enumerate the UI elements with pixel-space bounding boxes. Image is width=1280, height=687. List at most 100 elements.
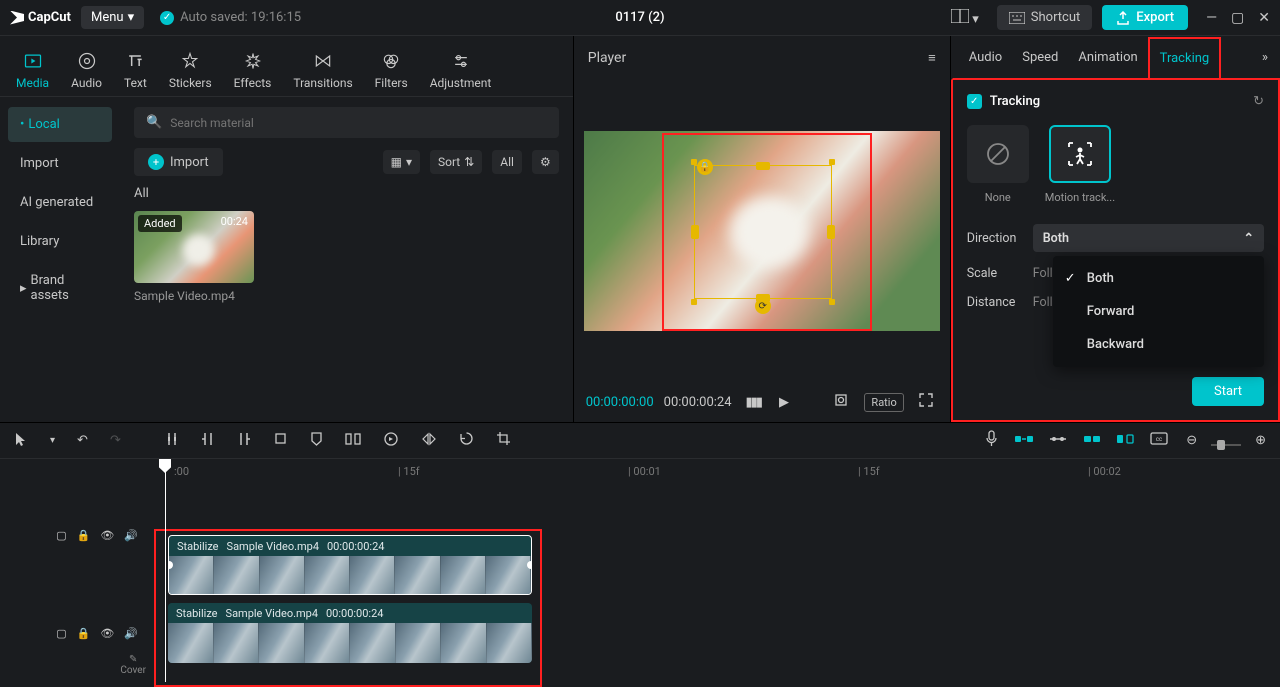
tracking-box[interactable]: 🔒 ⟳ <box>694 165 832 299</box>
rp-tab-audio[interactable]: Audio <box>959 38 1012 77</box>
tracking-checkbox[interactable]: ✓ Tracking <box>967 94 1040 109</box>
crop-tool-icon[interactable] <box>269 427 292 454</box>
mode-motion-track[interactable]: Motion track... <box>1045 125 1115 204</box>
split-icon[interactable] <box>161 427 183 455</box>
clip-1[interactable]: Stabilize Sample Video.mp4 00:00:00:24 <box>168 535 532 595</box>
layout-icon[interactable]: ▾ <box>943 5 987 31</box>
filter-all[interactable]: All <box>492 150 522 174</box>
menu-button[interactable]: Menu ▾ <box>81 6 144 29</box>
crop2-icon[interactable] <box>492 427 515 454</box>
mode-none[interactable]: None <box>967 125 1029 204</box>
zoom-out-icon[interactable]: ⊖ <box>1182 429 1201 452</box>
sort-button[interactable]: Sort ⇅ <box>430 150 482 174</box>
rp-tab-animation[interactable]: Animation <box>1068 38 1147 77</box>
snap-toggle[interactable] <box>1080 430 1104 452</box>
link-toggle[interactable] <box>1046 431 1070 451</box>
tab-media[interactable]: Media <box>6 44 59 96</box>
clip-handle-right[interactable] <box>527 561 532 569</box>
mic-icon[interactable] <box>981 426 1002 455</box>
split-right-icon[interactable] <box>233 427 255 455</box>
shortcut-button[interactable]: Shortcut <box>997 5 1093 30</box>
track-lock-icon[interactable]: 🔒 <box>77 627 91 640</box>
marker-icon[interactable] <box>306 427 327 455</box>
handle-bl[interactable] <box>691 299 697 305</box>
sidebar-brand[interactable]: ▸Brand assets <box>8 263 112 313</box>
preview-toggle[interactable] <box>1114 430 1136 452</box>
tab-filters[interactable]: Filters <box>365 44 418 96</box>
handle-tr[interactable] <box>829 159 835 165</box>
track-eye-icon[interactable]: 👁 <box>100 627 114 640</box>
reverse-icon[interactable] <box>379 427 403 455</box>
more-tabs-icon[interactable]: » <box>1256 50 1274 65</box>
play-button[interactable]: ▶ <box>775 391 793 414</box>
import-button[interactable]: + Import <box>134 148 223 176</box>
track-frame-icon[interactable]: ▢ <box>56 529 66 542</box>
filter-settings[interactable]: ⚙ <box>532 150 559 174</box>
rp-tab-speed[interactable]: Speed <box>1012 38 1068 77</box>
sidebar-library[interactable]: Library <box>8 224 112 259</box>
fullscreen-icon[interactable] <box>914 388 938 416</box>
track-mute-icon[interactable]: 🔊 <box>124 529 138 542</box>
chevron-down-icon[interactable]: ▾ <box>46 431 59 450</box>
search-bar[interactable]: 🔍 <box>134 107 559 138</box>
mirror-icon[interactable] <box>417 428 441 454</box>
track-lock-icon[interactable]: 🔒 <box>77 529 91 542</box>
tab-text[interactable]: Text <box>114 44 157 96</box>
maximize-button[interactable]: ▢ <box>1231 10 1244 26</box>
media-item[interactable]: Added 00:24 Sample Video.mp4 <box>134 211 254 303</box>
player-menu-icon[interactable]: ≡ <box>928 50 936 66</box>
track1-controls: ▢ 🔒 👁 🔊 <box>0 487 152 585</box>
freeze-icon[interactable] <box>341 428 365 454</box>
ratio-button[interactable]: Ratio <box>864 393 903 412</box>
undo-icon[interactable]: ↶ <box>73 429 92 452</box>
reset-icon[interactable]: ↻ <box>1253 94 1264 109</box>
tab-effects[interactable]: Effects <box>224 44 282 96</box>
lock-handle[interactable]: 🔒 <box>697 159 713 175</box>
handle-tl[interactable] <box>691 159 697 165</box>
rp-tab-tracking[interactable]: Tracking <box>1148 37 1222 78</box>
sidebar-import[interactable]: Import <box>8 146 112 181</box>
rotate-tool-icon[interactable] <box>455 427 478 454</box>
dd-option-backward[interactable]: Backward <box>1053 328 1264 361</box>
close-button[interactable]: ✕ <box>1258 10 1270 26</box>
media-thumbnail[interactable]: Added 00:24 <box>134 211 254 283</box>
clip-2[interactable]: Stabilize Sample Video.mp4 00:00:00:24 <box>168 603 532 663</box>
zoom-slider[interactable] <box>1211 437 1241 445</box>
split-left-icon[interactable] <box>197 427 219 455</box>
handle-mr[interactable] <box>827 225 835 239</box>
track-frame-icon[interactable]: ▢ <box>56 627 66 640</box>
handle-mt[interactable] <box>756 162 770 170</box>
video-frame[interactable]: 🔒 ⟳ <box>584 131 940 331</box>
view-toggle[interactable]: ▦▾ <box>383 150 420 174</box>
tab-adjustment[interactable]: Adjustment <box>420 44 502 96</box>
timeline-ruler[interactable]: :00 | 15f | 00:01 | 15f | 00:02 <box>152 459 1280 487</box>
tab-stickers[interactable]: Stickers <box>159 44 222 96</box>
tab-audio[interactable]: Audio <box>61 44 112 96</box>
handle-ml[interactable] <box>691 225 699 239</box>
track-eye-icon[interactable]: 👁 <box>100 529 114 542</box>
timeline-tracks[interactable]: :00 | 15f | 00:01 | 15f | 00:02 Stabiliz… <box>152 459 1280 682</box>
rotate-handle[interactable]: ⟳ <box>755 298 771 314</box>
magnet-toggle[interactable] <box>1012 430 1036 452</box>
handle-br[interactable] <box>829 299 835 305</box>
direction-dropdown[interactable]: Both ⌃ <box>1033 224 1264 252</box>
dd-option-both[interactable]: ✓Both <box>1053 262 1264 295</box>
sidebar-ai[interactable]: AI generated <box>8 185 112 220</box>
track-mute-icon[interactable]: 🔊 <box>124 627 138 640</box>
sidebar-local[interactable]: •Local <box>8 107 112 142</box>
cover-button[interactable]: ✎ Cover <box>120 654 146 676</box>
redo-icon[interactable]: ↷ <box>106 429 125 452</box>
crop-icon[interactable] <box>828 387 854 417</box>
start-button[interactable]: Start <box>1192 377 1264 406</box>
player-viewport[interactable]: 🔒 ⟳ <box>574 80 950 382</box>
dd-option-forward[interactable]: Forward <box>1053 295 1264 328</box>
tab-transitions[interactable]: Transitions <box>283 44 362 96</box>
volume-bars-icon[interactable]: ▮▮▮ <box>742 391 765 414</box>
export-button[interactable]: Export <box>1102 5 1188 30</box>
playhead[interactable] <box>165 459 166 682</box>
minimize-button[interactable]: — <box>1206 10 1217 26</box>
zoom-in-icon[interactable]: ⊕ <box>1251 429 1270 452</box>
pointer-tool[interactable] <box>10 427 32 455</box>
cc-icon[interactable]: cc <box>1146 428 1172 453</box>
search-input[interactable] <box>170 116 547 130</box>
